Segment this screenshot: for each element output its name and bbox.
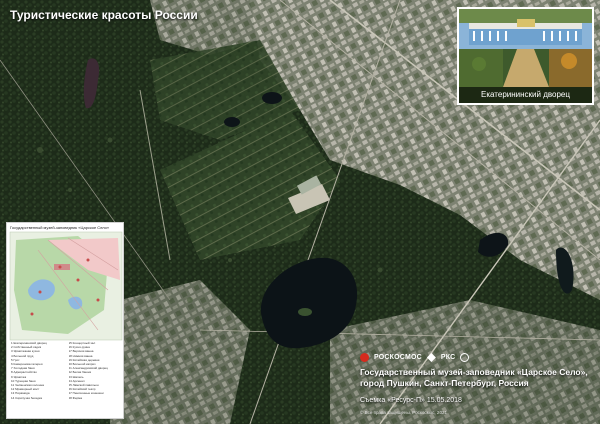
series-title: Туристические красоты России [10,8,198,22]
brand-logos: РОСКОСМОС РКС [360,353,470,362]
copyright-notice: © Все права защищены. Роскосмос, 2021 [360,410,447,415]
plan-legend: 1 Екатерининский дворец 2 Собственный сад… [11,341,123,400]
rkc-logo-icon [426,353,436,362]
plan-map [9,231,123,341]
caption-line-2: город Пушкин, Санкт-Петербург, Россия [360,378,529,388]
caption-line-1: Государственный музей-заповедник «Царско… [360,367,588,377]
rkc-label: РКС [440,354,456,361]
roscosmos-label: РОСКОСМОС [374,354,422,361]
roscosmos-logo-icon [360,353,369,362]
satellite-logo-icon [460,353,470,362]
capture-credit: Съемка «Ресурс-П» 15.05.2018 [360,397,462,404]
image-caption: Государственный музей-заповедник «Царско… [360,367,596,389]
satellite-map: Туристические красоты России Екатерининс… [0,0,600,424]
plan-legend-item: 28 Ферма [68,395,83,400]
plan-legend-item: 14 Скрипучая беседка [11,395,43,400]
museum-plan-inset: Государственный музей-заповедник «Царско… [6,222,124,419]
palace-photo-inset: Екатерининский дворец [457,7,594,105]
photo-caption: Екатерининский дворец [459,87,592,103]
